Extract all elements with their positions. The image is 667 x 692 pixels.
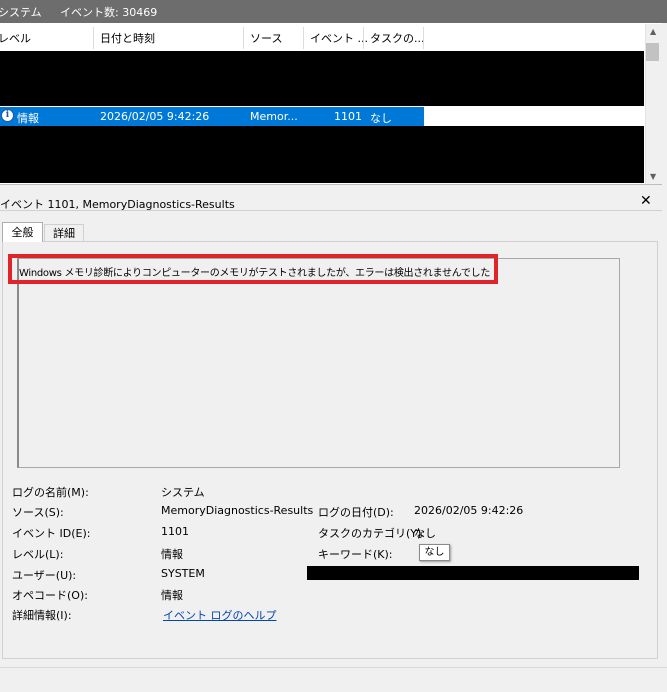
scroll-down-icon[interactable]: ▼	[650, 172, 656, 181]
logged-value: 2026/02/05 9:42:26	[414, 504, 524, 517]
column-header-event-id[interactable]: イベント ...	[310, 30, 368, 46]
detail-title: イベント 1101, MemoryDiagnostics-Results	[0, 198, 235, 211]
status-bar	[0, 667, 667, 692]
column-header-source[interactable]: ソース	[250, 30, 282, 46]
column-divider[interactable]	[243, 27, 244, 49]
source-value: MemoryDiagnostics-Results	[161, 504, 314, 517]
row-datetime: 2026/02/05 9:42:26	[100, 110, 210, 123]
event-id-label: イベント ID(E):	[12, 527, 91, 540]
log-name-label: ログの名前(M):	[12, 486, 89, 499]
more-info-label: 詳細情報(I):	[12, 609, 72, 622]
tab-general[interactable]: 全般	[2, 222, 43, 242]
title-bar: システム イベント数: 30469	[0, 0, 667, 23]
column-header-datetime[interactable]: 日付と時刻	[100, 30, 155, 46]
row-level: 情報	[17, 112, 39, 125]
logged-label: ログの日付(D):	[318, 506, 394, 519]
redacted-rows	[0, 51, 644, 106]
tab-details[interactable]: 詳細	[44, 224, 84, 241]
column-divider[interactable]	[363, 27, 364, 49]
level-value: 情報	[161, 548, 183, 561]
opcode-label: オペコード(O):	[12, 589, 88, 602]
source-label: ソース(S):	[12, 506, 64, 519]
opcode-value: 情報	[161, 589, 183, 602]
row-event-id: 1101	[334, 110, 362, 123]
user-value: SYSTEM	[161, 567, 205, 580]
event-list[interactable]: レベル 日付と時刻 ソース イベント ... タスクの...	[0, 23, 662, 185]
event-count: イベント数: 30469	[60, 6, 158, 19]
scrollbar-thumb[interactable]	[646, 43, 659, 61]
log-name: システム	[0, 6, 42, 19]
column-header-level[interactable]: レベル	[0, 30, 31, 46]
close-icon[interactable]: ✕	[640, 193, 652, 209]
keywords-tooltip: なし	[419, 544, 450, 561]
level-label: レベル(L):	[12, 548, 64, 561]
row-source: Memor...	[250, 110, 298, 123]
log-name-value: システム	[161, 486, 205, 499]
column-header-task[interactable]: タスクの...	[370, 30, 425, 46]
table-row-selected[interactable]: i 情報 2026/02/05 9:42:26 Memor... 1101 なし	[0, 107, 424, 126]
highlight-box	[8, 254, 498, 284]
info-icon: i	[1, 109, 14, 122]
task-category-label: タスクのカテゴリ(Y):	[318, 527, 426, 540]
column-divider[interactable]	[303, 27, 304, 49]
redacted-rows	[0, 126, 644, 183]
column-divider[interactable]	[423, 27, 424, 49]
event-message-box[interactable]	[17, 258, 620, 468]
user-label: ユーザー(U):	[12, 569, 77, 582]
task-category-value: なし	[414, 527, 436, 540]
redacted-computer-field	[307, 566, 639, 580]
row-task: なし	[370, 112, 392, 125]
event-log-help-link[interactable]: イベント ログのヘルプ	[163, 607, 277, 623]
column-divider[interactable]	[93, 27, 94, 49]
keywords-label: キーワード(K):	[318, 548, 393, 561]
scroll-up-icon[interactable]: ▲	[650, 27, 656, 36]
event-id-value: 1101	[161, 525, 189, 538]
